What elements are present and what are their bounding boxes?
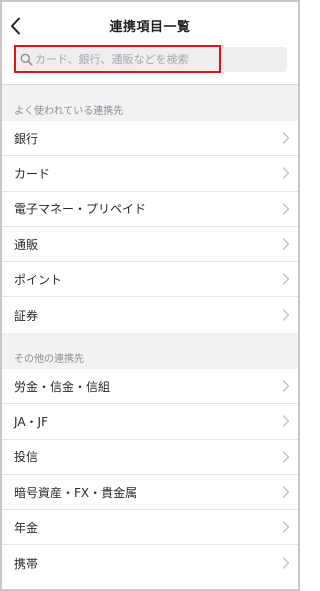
list-item-label: 証券: [14, 308, 39, 323]
list-item-credit-unions[interactable]: 労金・信金・信組: [2, 369, 298, 405]
chevron-right-icon: [282, 557, 290, 569]
chevron-right-icon: [282, 521, 290, 534]
list-item-ja-jf[interactable]: JA・JF: [2, 404, 298, 440]
section-header-others: その他の連携先: [2, 333, 298, 369]
list-item-label: カード: [14, 166, 51, 181]
list-item-label: 年金: [14, 520, 39, 535]
chevron-right-icon: [282, 380, 290, 392]
list-item-label: 労金・信金・信組: [14, 379, 111, 394]
list-item-points[interactable]: ポイント: [2, 262, 298, 298]
list-item-label: 電子マネー・プリペイド: [14, 202, 147, 217]
list-item-pension[interactable]: 年金: [2, 510, 298, 546]
section-title: その他の連携先: [14, 354, 84, 365]
list-item-card[interactable]: カード: [2, 156, 298, 192]
page-title: 連携項目一覧: [109, 20, 191, 35]
list-item-label: 暗号資産・FX・貴金属: [14, 485, 138, 500]
section-header-frequent: よく使われている連携先: [2, 85, 298, 121]
list-item-mobile[interactable]: 携帯: [2, 545, 298, 580]
list-item-label: 投信: [14, 450, 39, 465]
chevron-right-icon: [282, 238, 290, 250]
chevron-right-icon: [282, 450, 290, 463]
list-item-label: ポイント: [14, 272, 63, 287]
list-item-crypto-fx-metals[interactable]: 暗号資産・FX・貴金属: [2, 475, 298, 511]
list-item-emoney[interactable]: 電子マネー・プリペイド: [2, 192, 298, 227]
list-item-investment-trusts[interactable]: 投信: [2, 440, 298, 475]
list-item-securities[interactable]: 証券: [2, 297, 298, 332]
chevron-right-icon: [282, 273, 290, 286]
list-item-label: 通販: [14, 237, 39, 252]
frequent-list: 銀行 カード 電子マネー・プリペイド 通販 ポイント 証券: [2, 121, 298, 333]
chevron-right-icon: [282, 415, 290, 428]
list-item-bank[interactable]: 銀行: [2, 121, 298, 157]
navigation-bar: 連携項目一覧: [2, 2, 298, 84]
list-item-label: JA・JF: [14, 414, 48, 429]
chevron-right-icon: [282, 309, 290, 321]
list-item-label: 携帯: [14, 556, 39, 571]
list-item-label: 銀行: [14, 131, 39, 146]
search-bar[interactable]: [16, 47, 287, 72]
chevron-right-icon: [282, 132, 290, 144]
chevron-right-icon: [282, 486, 290, 498]
search-input[interactable]: [16, 47, 287, 72]
others-list: 労金・信金・信組 JA・JF 投信 暗号資産・FX・貴金属 年金 携帯: [2, 369, 298, 581]
section-title: よく使われている連携先: [14, 106, 124, 117]
chevron-right-icon: [282, 167, 290, 180]
app-screen: 連携項目一覧 よく使われている連携先 銀行 カード 電子マネー・プリペイド 通販: [0, 0, 300, 591]
chevron-right-icon: [282, 202, 290, 215]
list-item-ecommerce[interactable]: 通販: [2, 227, 298, 263]
